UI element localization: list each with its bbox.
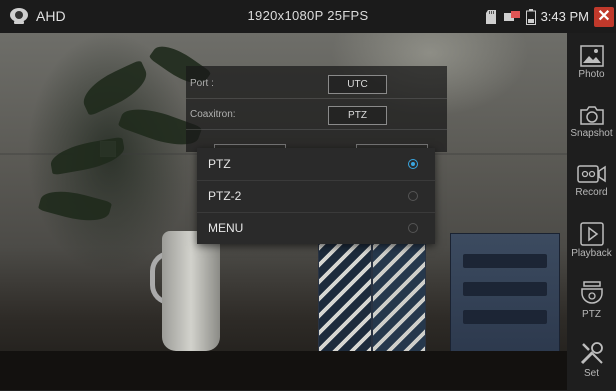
option-label: PTZ-2 bbox=[208, 189, 242, 203]
option-label: PTZ bbox=[208, 157, 231, 171]
photo-icon bbox=[579, 45, 604, 67]
record-icon bbox=[576, 165, 606, 183]
record-label: Record bbox=[575, 187, 608, 198]
sd-card-icon bbox=[485, 9, 496, 24]
snapshot-button[interactable]: Snapshot bbox=[567, 96, 616, 155]
port-value[interactable]: UTC bbox=[328, 75, 387, 94]
network-icon bbox=[503, 10, 520, 21]
coaxitron-value[interactable]: PTZ bbox=[328, 106, 387, 125]
right-toolbar: Photo Snapshot Record Playback PTZ Set bbox=[567, 33, 616, 390]
coaxitron-settings-panel: Port : UTC Coaxitron: PTZ bbox=[186, 66, 447, 153]
plant-leaf bbox=[76, 59, 154, 117]
set-button[interactable]: Set bbox=[567, 332, 616, 391]
option-ptz-2[interactable]: PTZ-2 bbox=[197, 180, 435, 213]
option-label: MENU bbox=[208, 221, 244, 235]
plant-leaf bbox=[48, 136, 127, 176]
tools-icon bbox=[580, 342, 603, 365]
white-vase bbox=[162, 231, 220, 351]
option-menu[interactable]: MENU bbox=[197, 212, 435, 244]
radio-selected-icon[interactable] bbox=[408, 159, 418, 169]
ptz-dome-icon bbox=[580, 281, 603, 304]
play-icon bbox=[579, 222, 604, 246]
port-label: Port : bbox=[190, 78, 214, 89]
radio-unselected-icon[interactable] bbox=[408, 223, 418, 233]
ptz-label: PTZ bbox=[582, 309, 601, 320]
set-label: Set bbox=[583, 368, 599, 379]
option-ptz[interactable]: PTZ bbox=[197, 148, 435, 181]
coaxitron-mode-dropdown: PTZ PTZ-2 MENU bbox=[197, 148, 435, 244]
status-bar: AHD 1920x1080P 25FPS 3:43 PM ✕ bbox=[0, 0, 616, 33]
photo-label: Photo bbox=[578, 69, 605, 80]
camera-icon bbox=[579, 106, 604, 125]
battery-icon bbox=[525, 8, 536, 25]
ptz-button[interactable]: PTZ bbox=[567, 273, 616, 332]
port-row: Port : UTC bbox=[186, 70, 447, 99]
close-button[interactable]: ✕ bbox=[594, 6, 614, 27]
snapshot-label: Snapshot bbox=[570, 128, 613, 139]
record-button[interactable]: Record bbox=[567, 155, 616, 214]
playback-label: Playback bbox=[571, 248, 612, 259]
playback-button[interactable]: Playback bbox=[567, 214, 616, 273]
radio-unselected-icon[interactable] bbox=[408, 191, 418, 201]
clock: 3:43 PM bbox=[540, 9, 589, 24]
coaxitron-label: Coaxitron: bbox=[190, 109, 236, 120]
plant-leaf bbox=[37, 184, 113, 228]
photo-button[interactable]: Photo bbox=[567, 37, 616, 96]
desk bbox=[0, 351, 567, 390]
coaxitron-row: Coaxitron: PTZ bbox=[186, 101, 447, 130]
